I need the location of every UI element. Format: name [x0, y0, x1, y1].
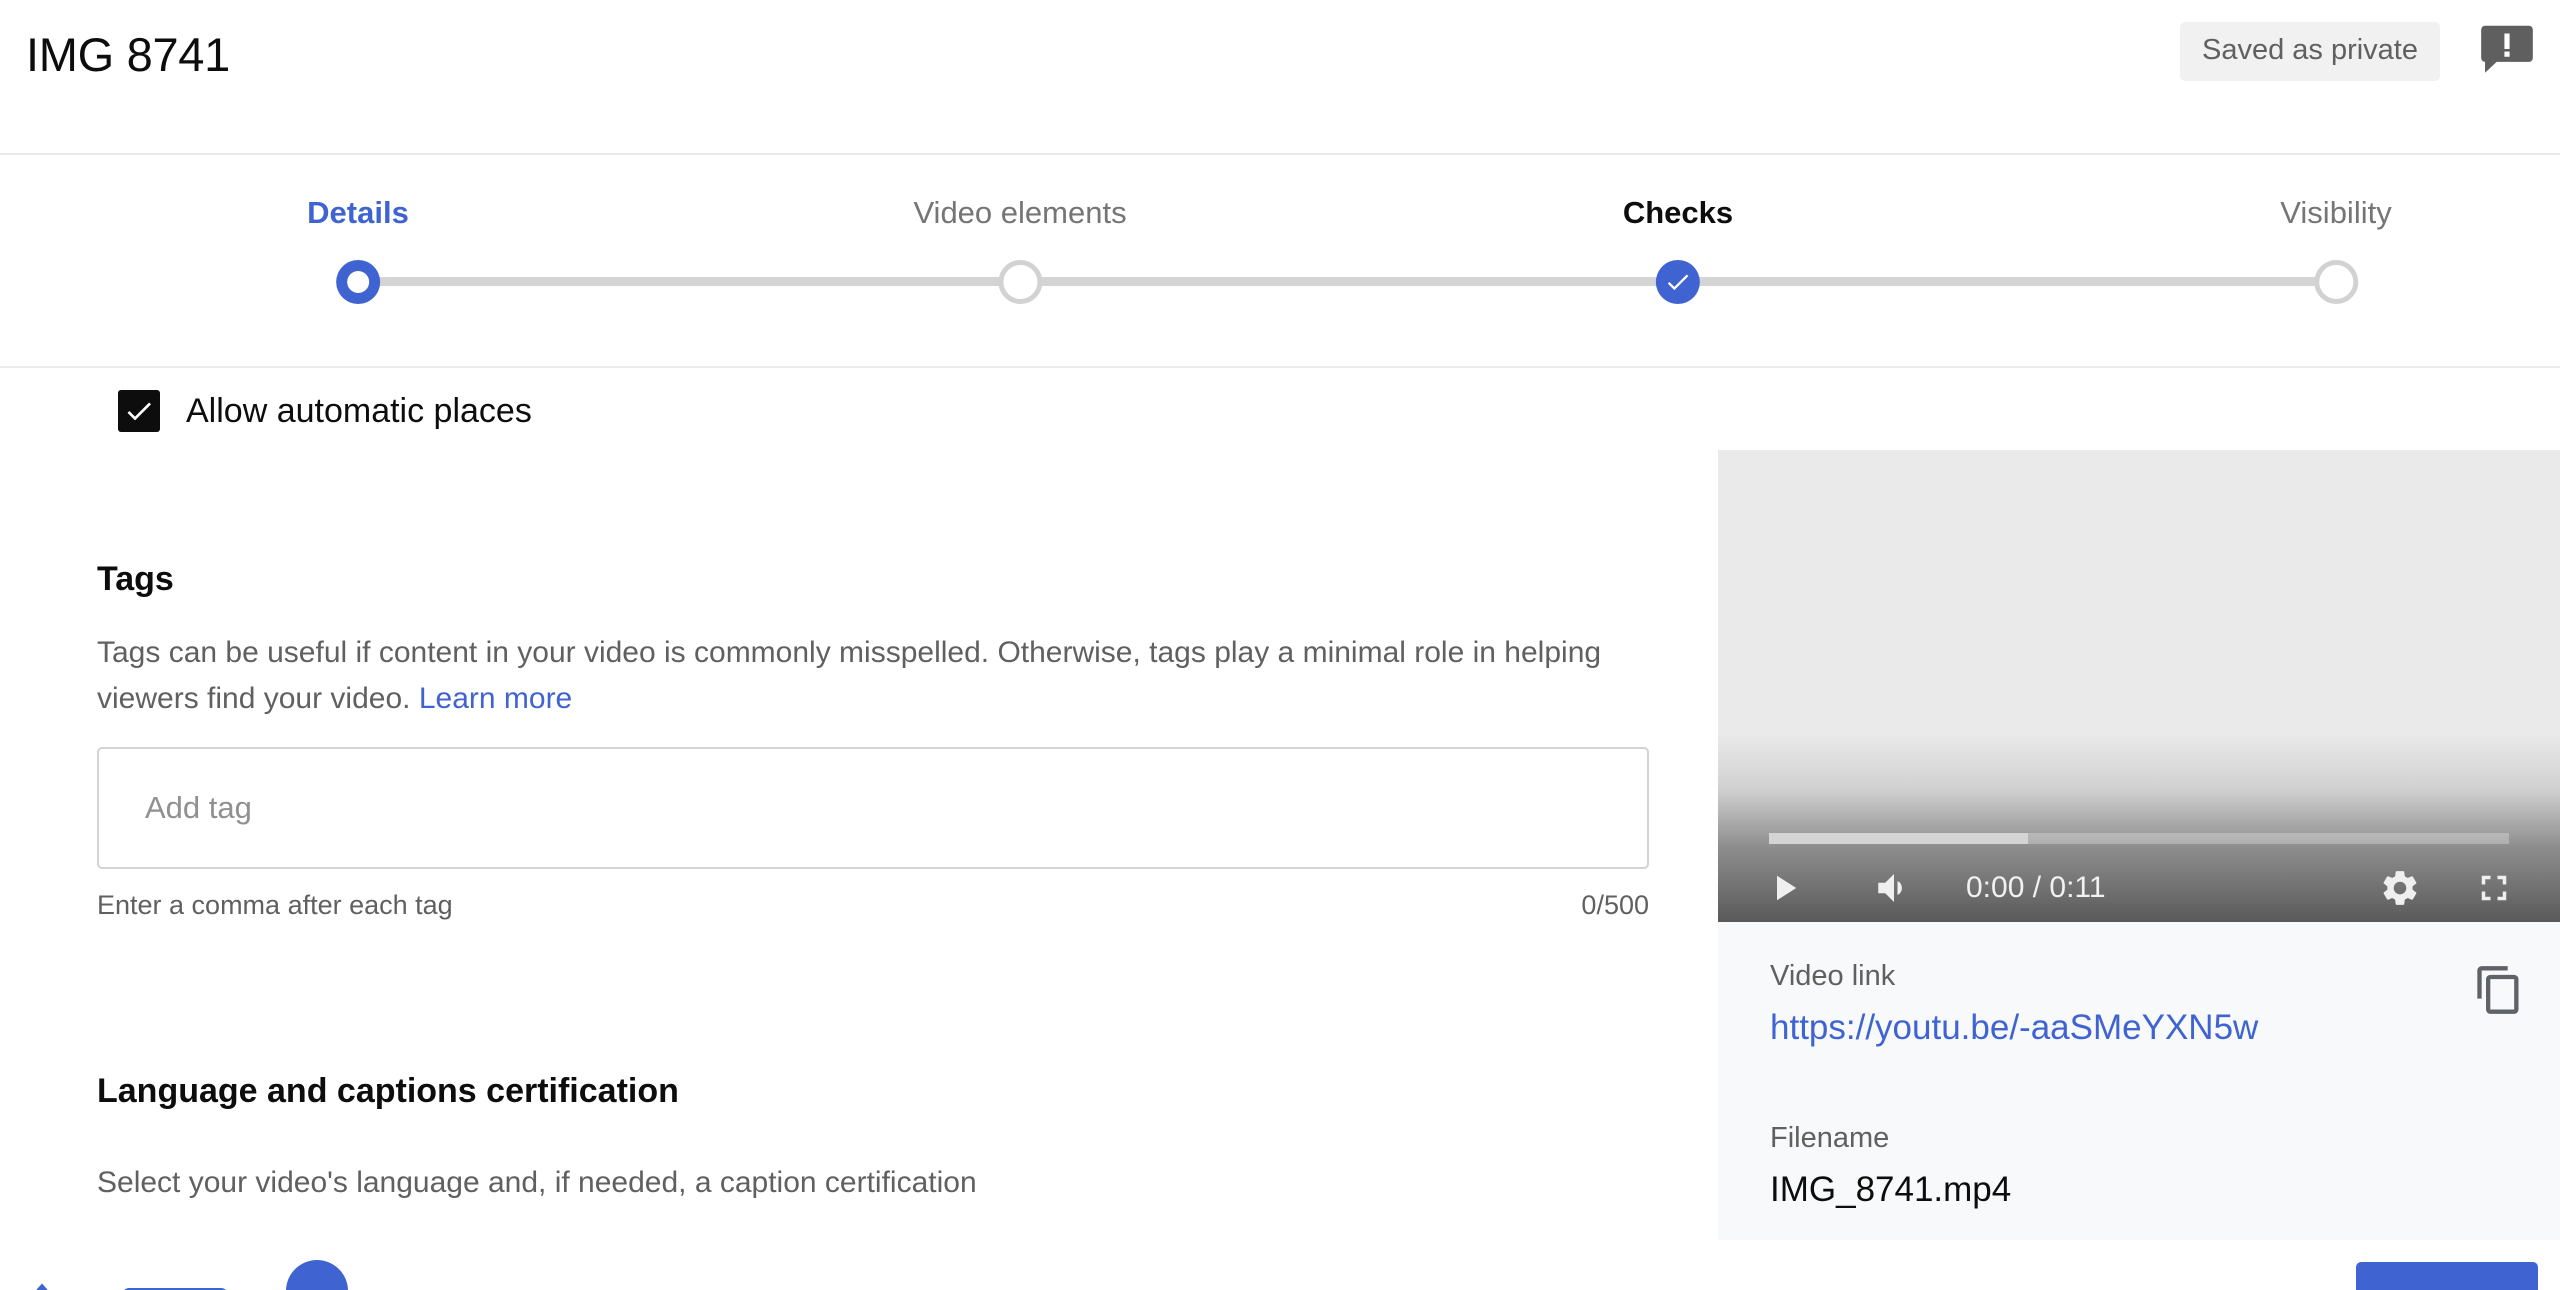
allow-automatic-places-label: Allow automatic places [186, 391, 532, 430]
fullscreen-icon[interactable] [2468, 867, 2520, 909]
filename-label: Filename [1770, 1122, 1890, 1154]
stepper-step-video-elements[interactable]: Video elements [913, 155, 1127, 304]
play-icon[interactable] [1758, 867, 1810, 909]
page-title: IMG 8741 [26, 28, 230, 81]
language-section-description: Select your video's language and, if nee… [97, 1166, 977, 1199]
copy-icon[interactable] [2473, 964, 2525, 1016]
tags-description-text: Tags can be useful if content in your vi… [97, 636, 1602, 715]
status-badge: Saved as private [2179, 22, 2440, 81]
tags-section-description: Tags can be useful if content in your vi… [97, 630, 1627, 721]
gear-icon[interactable] [2374, 867, 2426, 909]
upload-stepper: Details Video elements Checks Visibility [0, 155, 2560, 368]
video-progress-buffer [1769, 833, 2028, 844]
video-controls-bar: 0:00 / 0:11 [1718, 854, 2560, 922]
video-player[interactable]: 0:00 / 0:11 [1718, 450, 2560, 922]
stepper-line-2 [1020, 277, 1660, 286]
stepper-label-checks: Checks [1622, 195, 1734, 230]
dialog-body: Allow automatic places Tags Tags can be … [0, 370, 2560, 1290]
video-link-url[interactable]: https://youtu.be/-aaSMeYXN5w [1770, 1008, 2258, 1048]
video-link-label: Video link [1770, 960, 1896, 992]
tag-character-counter: 0/500 [1581, 890, 1649, 920]
filename-value: IMG_8741.mp4 [1770, 1170, 2012, 1209]
details-form-column: Allow automatic places Tags Tags can be … [0, 370, 1718, 1290]
stepper-line-3 [1678, 277, 2336, 286]
tag-input-placeholder: Add tag [145, 790, 252, 825]
check-icon [1667, 274, 1689, 291]
volume-icon[interactable] [1868, 867, 1920, 909]
stepper-dot-checks[interactable] [1655, 260, 1700, 304]
tags-learn-more-link[interactable]: Learn more [419, 682, 572, 715]
upload-status-group [20, 1260, 348, 1290]
stepper-label-visibility: Visibility [2280, 195, 2392, 230]
stepper-step-details[interactable]: Details [307, 155, 409, 304]
upload-status-circle [286, 1260, 348, 1290]
video-progress-track[interactable] [1769, 833, 2509, 844]
video-time-display: 0:00 / 0:11 [1966, 871, 2106, 904]
video-info-panel: Video link https://youtu.be/-aaSMeYXN5w … [1718, 922, 2560, 1240]
youtube-studio-upload-dialog: IMG 8741 Saved as private Details Video … [0, 0, 2560, 1290]
language-section-title: Language and captions certification [97, 1072, 679, 1110]
tags-section-title: Tags [97, 560, 174, 598]
tag-input-hint: Enter a comma after each tag [97, 890, 453, 920]
stepper-dot-video-elements[interactable] [998, 260, 1042, 304]
dialog-footer [0, 1240, 2560, 1290]
allow-automatic-places-row[interactable]: Allow automatic places [118, 390, 532, 432]
feedback-exclamation-icon[interactable] [2476, 18, 2538, 80]
tag-input[interactable]: Add tag [97, 747, 1649, 869]
next-button[interactable] [2356, 1262, 2538, 1290]
stepper-label-details: Details [307, 195, 409, 230]
dialog-header: IMG 8741 Saved as private [0, 0, 2560, 155]
stepper-dot-visibility[interactable] [2314, 260, 2358, 304]
stepper-line-1 [358, 277, 1020, 286]
upload-arrow-icon [20, 1278, 64, 1290]
allow-automatic-places-checkbox[interactable] [118, 390, 160, 432]
stepper-step-visibility[interactable]: Visibility [2280, 155, 2392, 304]
stepper-step-checks[interactable]: Checks [1623, 155, 1733, 304]
check-icon [127, 402, 151, 421]
video-preview-column: 0:00 / 0:11 Video link https://youtu.be/… [1718, 370, 2560, 1290]
stepper-dot-details[interactable] [335, 260, 380, 304]
stepper-label-video-elements: Video elements [913, 195, 1127, 230]
